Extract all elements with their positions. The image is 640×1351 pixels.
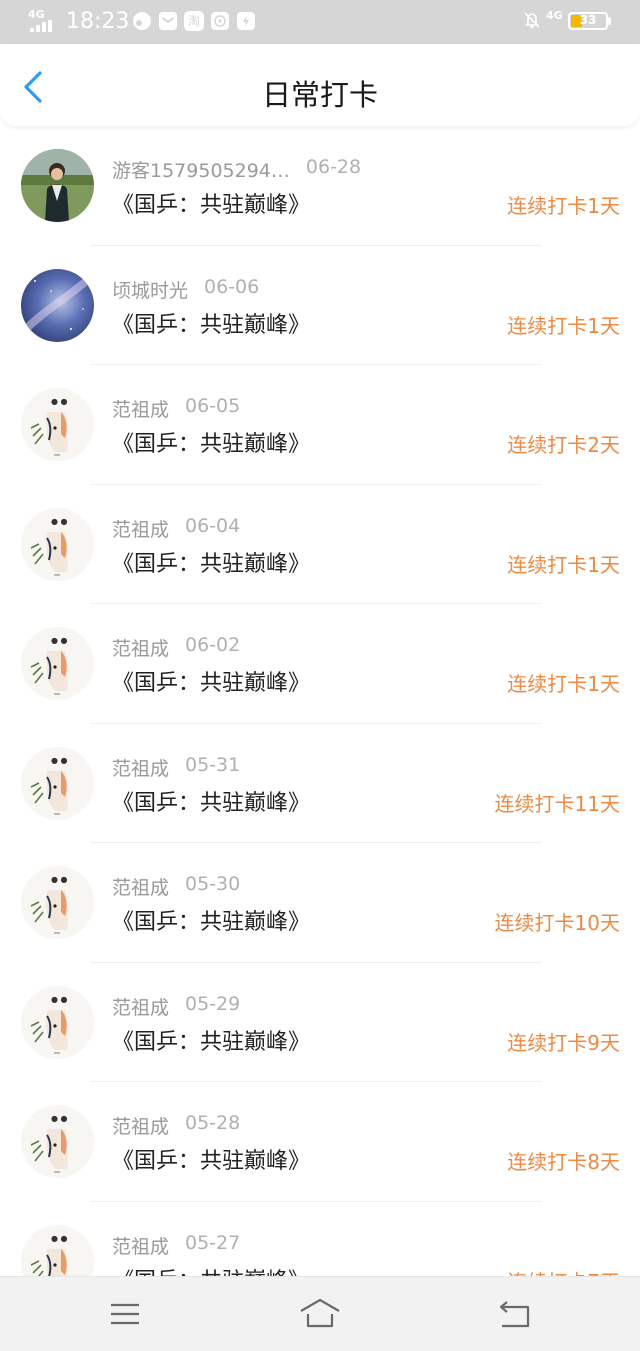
user-name: 范祖成 bbox=[112, 877, 170, 899]
book-title: 《国乒：共驻巅峰》 bbox=[112, 1029, 311, 1055]
home-icon[interactable] bbox=[298, 1297, 342, 1331]
streak-label: 连续打卡11天 bbox=[494, 791, 620, 816]
checkin-list-item[interactable]: ● ● 范祖成 05-29 《国乒：共驻巅峰》 连续打卡9天 bbox=[0, 963, 640, 1082]
svg-text:● ●: ● ● bbox=[51, 1114, 68, 1123]
battery-cap bbox=[608, 17, 611, 25]
book-title: 《国乒：共驻巅峰》 bbox=[112, 432, 311, 457]
checkin-date: 05-28 bbox=[185, 1112, 241, 1134]
checkin-date: 06-05 bbox=[185, 395, 241, 417]
avatar[interactable] bbox=[21, 149, 94, 222]
user-name: 范祖成 bbox=[112, 518, 170, 541]
streak-label: 连续打卡9天 bbox=[507, 1030, 620, 1055]
battery-icon: 33 bbox=[568, 12, 608, 30]
streak-label: 连续打卡2天 bbox=[507, 433, 620, 457]
item-meta: 范祖成 06-05 bbox=[112, 395, 240, 422]
checkin-list-item[interactable]: ● ● 范祖成 06-04 《国乒：共驻巅峰》 连续打卡1天 bbox=[0, 485, 640, 604]
avatar[interactable]: ● ● bbox=[21, 388, 94, 461]
checkin-date: 05-31 bbox=[185, 753, 241, 776]
avatar[interactable]: ● ● bbox=[21, 1224, 94, 1276]
battery-percent: 33 bbox=[579, 13, 597, 27]
checkin-date: 06-28 bbox=[305, 156, 362, 178]
book-title: 《国乒：共驻巅峰》 bbox=[112, 193, 311, 218]
avatar[interactable]: ● ● bbox=[21, 627, 94, 700]
avatar[interactable]: ● ● bbox=[21, 1105, 94, 1178]
svg-text:● ●: ● ● bbox=[51, 995, 68, 1004]
user-name: 顷城时光 bbox=[112, 279, 189, 302]
checkin-list-item[interactable]: ● ● 范祖成 05-27 《国乒：共驻巅峰》 连续打卡7天 bbox=[0, 1202, 640, 1277]
streak-label: 连续打卡1天 bbox=[507, 194, 620, 218]
checkin-list-item[interactable]: 顷城时光 06-06 《国乒：共驻巅峰》 连续打卡1天 bbox=[0, 246, 640, 365]
checkin-date: 05-27 bbox=[185, 1231, 241, 1254]
checkin-date: 06-04 bbox=[185, 514, 241, 537]
signal-icon bbox=[30, 20, 52, 32]
avatar[interactable]: ● ● bbox=[21, 866, 94, 939]
streak-label: 连续打卡7天 bbox=[507, 1266, 620, 1277]
checkin-list-item[interactable]: ● ● 范祖成 06-02 《国乒：共驻巅峰》 连续打卡1天 bbox=[0, 604, 640, 724]
back-icon[interactable] bbox=[495, 1297, 535, 1331]
item-meta: 游客1579505294… 06-28 bbox=[112, 156, 361, 183]
svg-text:● ●: ● ● bbox=[51, 517, 68, 526]
user-name: 范祖成 bbox=[112, 638, 170, 660]
streak-label: 连续打卡1天 bbox=[507, 672, 620, 696]
svg-text:● ●: ● ● bbox=[51, 636, 68, 645]
notification-icons: 淘 bbox=[132, 11, 256, 31]
streak-label: 连续打卡10天 bbox=[494, 911, 620, 935]
avatar[interactable]: ● ● bbox=[21, 985, 94, 1059]
avatar[interactable]: ● ● bbox=[21, 746, 94, 820]
item-meta: 范祖成 05-31 bbox=[112, 754, 240, 781]
item-meta: 范祖成 05-28 bbox=[112, 1112, 240, 1139]
user-name: 游客1579505294… bbox=[112, 160, 290, 182]
status-bar: 4G 18:23 淘 4G 33 bbox=[0, 0, 640, 44]
network-type-right: 4G bbox=[546, 9, 563, 22]
flash-icon bbox=[237, 12, 255, 30]
item-meta: 顷城时光 06-06 bbox=[112, 276, 259, 303]
item-meta: 范祖成 06-02 bbox=[112, 634, 240, 661]
menu-icon[interactable] bbox=[105, 1297, 145, 1331]
user-name: 范祖成 bbox=[112, 1116, 170, 1138]
mail-icon bbox=[159, 12, 177, 30]
checkin-date: 06-06 bbox=[204, 275, 260, 298]
checkin-date: 05-29 bbox=[185, 992, 241, 1015]
checkin-list-item[interactable]: 游客1579505294… 06-28 《国乒：共驻巅峰》 连续打卡1天 bbox=[0, 126, 640, 246]
book-title: 《国乒：共驻巅峰》 bbox=[112, 671, 311, 696]
book-title: 《国乒：共驻巅峰》 bbox=[112, 312, 311, 338]
page-title: 日常打卡 bbox=[261, 78, 378, 112]
book-title: 《国乒：共驻巅峰》 bbox=[112, 1149, 311, 1174]
avatar[interactable] bbox=[21, 268, 94, 342]
checkin-date: 06-02 bbox=[185, 634, 241, 656]
checkin-list-item[interactable]: ● ● 范祖成 05-31 《国乒：共驻巅峰》 连续打卡11天 bbox=[0, 724, 640, 843]
status-time: 18:23 bbox=[66, 9, 130, 34]
item-meta: 范祖成 05-30 bbox=[112, 873, 240, 900]
avatar[interactable]: ● ● bbox=[21, 507, 94, 581]
streak-label: 连续打卡1天 bbox=[507, 313, 620, 338]
taobao-icon: 淘 bbox=[184, 11, 204, 31]
user-name: 范祖成 bbox=[112, 399, 170, 421]
video-icon bbox=[211, 12, 229, 30]
app-notification-icon bbox=[133, 12, 151, 30]
book-title: 《国乒：共驻巅峰》 bbox=[112, 910, 311, 935]
svg-text:● ●: ● ● bbox=[51, 756, 68, 765]
checkin-date: 05-30 bbox=[185, 873, 241, 895]
book-title: 《国乒：共驻巅峰》 bbox=[112, 790, 311, 816]
user-name: 范祖成 bbox=[112, 757, 170, 780]
checkin-list-item[interactable]: ● ● 范祖成 06-05 《国乒：共驻巅峰》 连续打卡2天 bbox=[0, 365, 640, 485]
system-nav-bar bbox=[0, 1276, 640, 1351]
svg-text:● ●: ● ● bbox=[51, 397, 68, 406]
mute-bell-icon bbox=[524, 12, 540, 29]
svg-text:● ●: ● ● bbox=[51, 1234, 68, 1243]
checkin-list-item[interactable]: ● ● 范祖成 05-28 《国乒：共驻巅峰》 连续打卡8天 bbox=[0, 1082, 640, 1202]
streak-label: 连续打卡1天 bbox=[507, 552, 620, 577]
book-title: 《国乒：共驻巅峰》 bbox=[112, 551, 311, 577]
item-meta: 范祖成 06-04 bbox=[112, 515, 240, 542]
svg-text:● ●: ● ● bbox=[51, 875, 68, 884]
user-name: 范祖成 bbox=[112, 996, 170, 1019]
checkin-list-item[interactable]: ● ● 范祖成 05-30 《国乒：共驻巅峰》 连续打卡10天 bbox=[0, 843, 640, 963]
item-meta: 范祖成 05-29 bbox=[112, 993, 240, 1020]
page-header: 日常打卡 bbox=[0, 44, 640, 126]
item-meta: 范祖成 05-27 bbox=[112, 1232, 240, 1259]
user-name: 范祖成 bbox=[112, 1235, 170, 1258]
book-title: 《国乒：共驻巅峰》 bbox=[112, 1263, 310, 1277]
checkin-list: 游客1579505294… 06-28 《国乒：共驻巅峰》 连续打卡1天 顷城时光 06-… bbox=[0, 126, 640, 1276]
streak-label: 连续打卡8天 bbox=[507, 1150, 620, 1174]
